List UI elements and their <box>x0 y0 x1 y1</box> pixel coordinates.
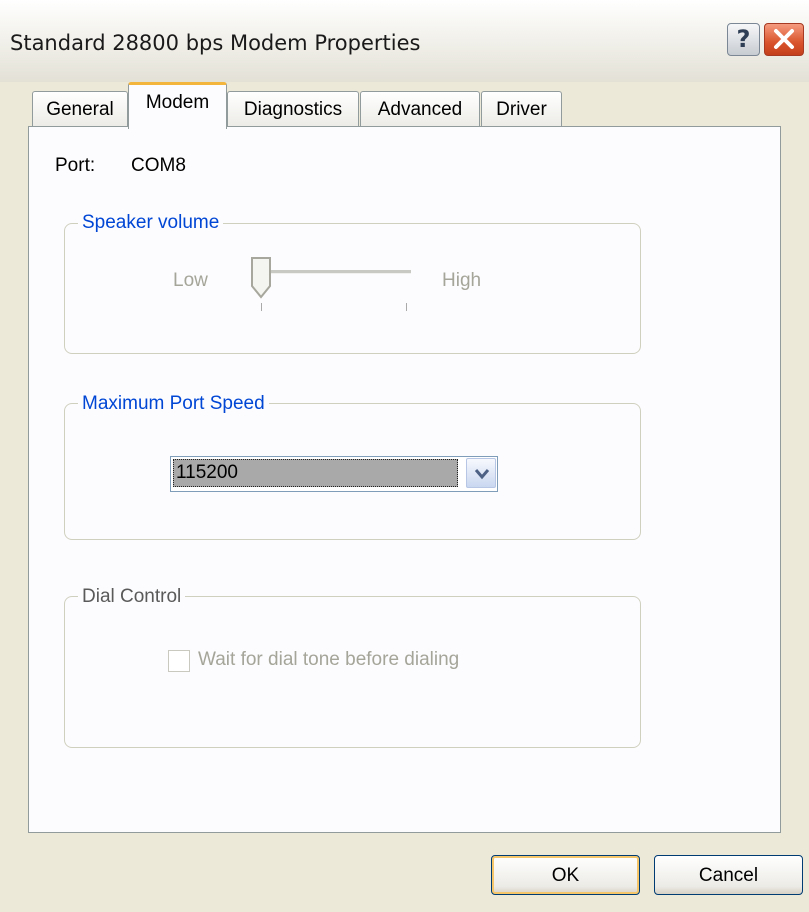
volume-high-label: High <box>442 270 482 291</box>
volume-slider-track[interactable] <box>261 270 411 274</box>
port-speed-value: 115200 <box>173 459 458 487</box>
volume-low-label: Low <box>173 270 208 291</box>
close-button[interactable] <box>764 23 804 56</box>
window-title: Standard 28800 bps Modem Properties <box>10 31 421 55</box>
max-port-speed-title: Maximum Port Speed <box>78 393 269 415</box>
dial-control-title: Dial Control <box>78 586 186 608</box>
title-bar: Standard 28800 bps Modem Properties ? <box>0 0 809 82</box>
dial-control-group <box>64 596 641 748</box>
close-icon <box>774 29 794 49</box>
cancel-button[interactable]: Cancel <box>654 855 803 895</box>
tab-general[interactable]: General <box>32 91 128 127</box>
speaker-volume-title: Speaker volume <box>78 212 224 234</box>
wait-dial-tone-label[interactable]: Wait for dial tone before dialing <box>198 649 459 671</box>
tab-driver[interactable]: Driver <box>481 91 562 127</box>
port-speed-select[interactable]: 115200 <box>170 456 498 492</box>
slider-tick-high <box>406 303 407 311</box>
dropdown-button[interactable] <box>466 458 496 488</box>
port-label: Port: <box>55 155 96 176</box>
tab-advanced[interactable]: Advanced <box>360 91 480 127</box>
help-button[interactable]: ? <box>727 23 760 56</box>
tab-diagnostics[interactable]: Diagnostics <box>227 91 359 127</box>
speaker-volume-group <box>64 223 641 354</box>
wait-dial-tone-checkbox[interactable] <box>168 650 190 672</box>
tab-modem[interactable]: Modem <box>128 82 227 129</box>
port-value: COM8 <box>131 155 186 176</box>
ok-button[interactable]: OK <box>491 855 640 895</box>
chevron-down-icon <box>474 469 490 480</box>
slider-tick-low <box>261 303 262 311</box>
volume-slider-thumb[interactable] <box>250 256 274 300</box>
